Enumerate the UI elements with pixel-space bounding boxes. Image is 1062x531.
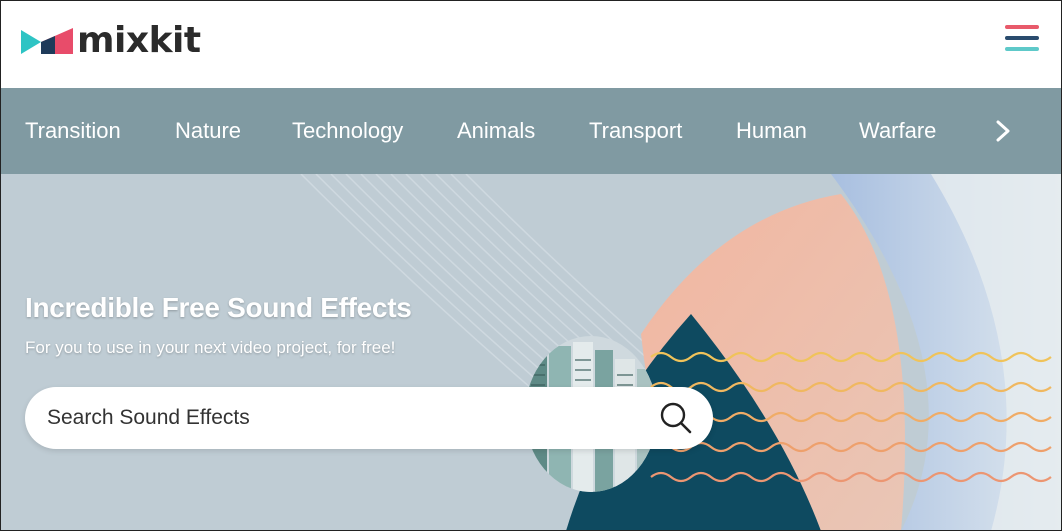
menu-line-icon [1005, 36, 1039, 40]
category-nav: Transition Nature Technology Animals Tra… [1, 88, 1061, 174]
category-technology[interactable]: Technology [292, 88, 403, 174]
chevron-right-icon[interactable] [989, 116, 1017, 146]
category-transport[interactable]: Transport [589, 88, 682, 174]
category-human[interactable]: Human [736, 88, 807, 174]
menu-line-icon [1005, 47, 1039, 51]
logo-text: mixkit [77, 20, 201, 61]
menu-line-icon [1005, 25, 1039, 29]
page-frame: mixkit Transition Nature Technology Anim… [0, 0, 1062, 531]
logo-mark-icon [21, 28, 73, 54]
search-bar [25, 387, 713, 449]
hero-subtitle: For you to use in your next video projec… [25, 338, 396, 357]
search-icon[interactable] [659, 401, 693, 435]
hero-title: Incredible Free Sound Effects [25, 292, 412, 323]
search-input[interactable] [47, 387, 647, 449]
mixkit-logo[interactable]: mixkit [21, 19, 201, 63]
hamburger-menu-button[interactable] [1005, 21, 1041, 55]
category-warfare[interactable]: Warfare [859, 88, 936, 174]
site-header: mixkit [1, 1, 1061, 88]
category-animals[interactable]: Animals [457, 88, 535, 174]
category-transition[interactable]: Transition [25, 88, 121, 174]
category-nature[interactable]: Nature [175, 88, 241, 174]
hero-banner: Incredible Free Sound Effects For you to… [1, 174, 1061, 530]
